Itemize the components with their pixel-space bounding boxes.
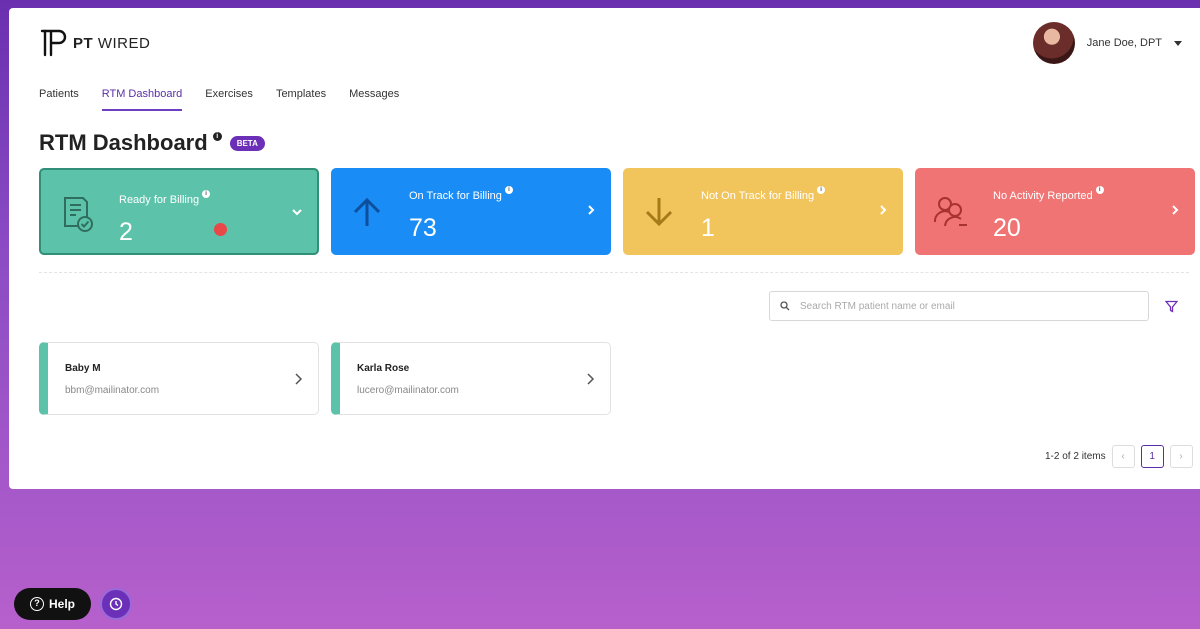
- help-button[interactable]: ? Help: [14, 588, 91, 620]
- prev-page-button[interactable]: ‹: [1111, 445, 1135, 468]
- tab-rtm-dashboard[interactable]: RTM Dashboard: [101, 88, 183, 111]
- tab-patients[interactable]: Patients: [39, 88, 79, 111]
- chevron-right-icon: [295, 373, 303, 385]
- pagination: 1-2 of 2 items ‹ 1 ›: [1045, 445, 1193, 468]
- divider: [39, 272, 1189, 273]
- card-not-on-track-for-billing[interactable]: Not On Track for Billing i 1: [623, 168, 903, 255]
- patient-name: Karla Rose: [357, 363, 410, 374]
- patient-email: bbm@mailinator.com: [65, 385, 160, 396]
- beta-badge: BETA: [229, 135, 265, 151]
- chevron-right-icon: [880, 205, 887, 215]
- card-no-activity-reported[interactable]: No Activity Reported i 20: [915, 168, 1195, 255]
- tab-exercises[interactable]: Exercises: [205, 88, 253, 111]
- tab-templates[interactable]: Templates: [276, 88, 326, 111]
- card-ready-for-billing[interactable]: Ready for Billing i 2: [39, 168, 319, 255]
- patient-list: Baby M bbm@mailinator.com Karla Rose luc…: [39, 342, 611, 415]
- app-window: PT WIRED Jane Doe, DPT Patients RTM Dash…: [9, 8, 1200, 489]
- info-icon[interactable]: i: [817, 186, 826, 194]
- brand-logo[interactable]: PT WIRED: [39, 28, 150, 58]
- arrow-down-icon: [645, 198, 673, 227]
- clock-icon: [109, 597, 123, 611]
- status-cards: Ready for Billing i 2 On Track for Billin…: [39, 168, 1195, 255]
- user-name: Jane Doe, DPT: [1086, 37, 1162, 49]
- title-row: RTM Dashboard i BETA: [39, 130, 265, 156]
- card-label: Not On Track for Billing i: [701, 186, 826, 202]
- user-menu[interactable]: Jane Doe, DPT: [1032, 22, 1182, 64]
- card-label: Ready for Billing i: [119, 190, 211, 206]
- chevron-right-icon: [588, 205, 595, 215]
- info-icon[interactable]: i: [202, 190, 211, 198]
- card-value: 73: [409, 214, 437, 242]
- history-button[interactable]: [100, 588, 132, 620]
- billing-check-icon: [64, 197, 93, 232]
- card-value: 2: [119, 218, 133, 246]
- patient-card[interactable]: Karla Rose lucero@mailinator.com: [331, 342, 611, 415]
- info-icon[interactable]: i: [1095, 186, 1104, 194]
- question-icon: ?: [29, 597, 44, 611]
- header: PT WIRED Jane Doe, DPT: [9, 8, 1200, 88]
- search-input[interactable]: [800, 300, 1120, 312]
- help-label: Help: [48, 597, 75, 611]
- info-icon[interactable]: i: [504, 186, 513, 194]
- avatar[interactable]: [1032, 22, 1075, 64]
- search-icon: [780, 301, 790, 311]
- card-label: On Track for Billing i: [409, 186, 513, 202]
- caret-down-icon[interactable]: [1174, 40, 1182, 46]
- cursor-indicator: [214, 223, 227, 236]
- next-page-button[interactable]: ›: [1169, 445, 1193, 468]
- card-label: No Activity Reported i: [993, 186, 1104, 202]
- card-value: 1: [701, 214, 715, 242]
- page-title: RTM Dashboard: [39, 130, 208, 155]
- patient-email: lucero@mailinator.com: [357, 385, 459, 396]
- pt-logo-icon: [40, 29, 67, 57]
- chevron-down-icon: [292, 209, 302, 216]
- arrow-up-icon: [353, 197, 381, 226]
- card-value: 20: [993, 214, 1021, 242]
- filter-icon[interactable]: [1165, 300, 1178, 313]
- main-nav: Patients RTM Dashboard Exercises Templat…: [39, 88, 399, 111]
- search-box[interactable]: [769, 291, 1149, 321]
- chevron-right-icon: [587, 373, 595, 385]
- info-icon[interactable]: i: [212, 131, 222, 141]
- page-number-button[interactable]: 1: [1140, 445, 1164, 468]
- card-on-track-for-billing[interactable]: On Track for Billing i 73: [331, 168, 611, 255]
- chevron-right-icon: [1172, 205, 1179, 215]
- pagination-info: 1-2 of 2 items: [1045, 451, 1106, 462]
- users-minus-icon: [933, 197, 967, 227]
- patient-card[interactable]: Baby M bbm@mailinator.com: [39, 342, 319, 415]
- tab-messages[interactable]: Messages: [349, 88, 399, 111]
- brand-name: PT WIRED: [73, 34, 151, 52]
- patient-name: Baby M: [65, 363, 101, 374]
